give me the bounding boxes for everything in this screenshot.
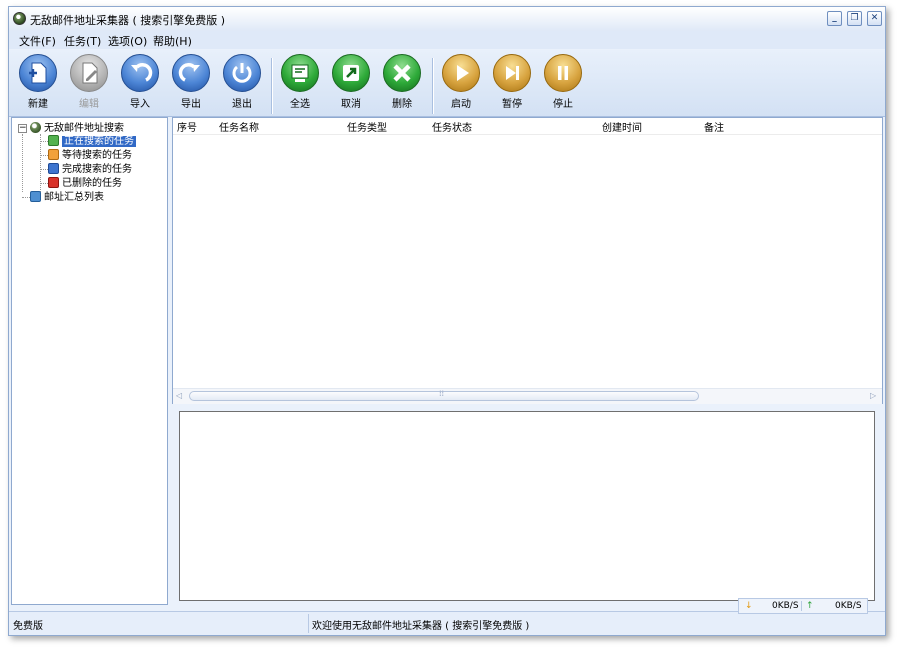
tree-item-label: 正在搜索的任务 <box>62 136 136 147</box>
app-window: 无敌邮件地址采集器 ( 搜索引擎免费版 ) _ ❐ ✕ 文件(F) 任务(T) … <box>8 6 886 636</box>
cancel-button[interactable]: 取消 <box>328 54 374 110</box>
col-created-time[interactable]: 创建时间 <box>602 119 642 134</box>
deleted-x-icon <box>48 177 59 188</box>
tree-item-waiting[interactable]: 等待搜索的任务 <box>48 149 132 162</box>
upload-speed: 0KB/S <box>835 601 862 611</box>
scroll-grip-icon: ⁞⁞ <box>439 389 445 398</box>
col-index[interactable]: 序号 <box>177 119 197 134</box>
pause-skip-icon <box>493 54 531 92</box>
tree-collapse-toggle[interactable]: − <box>18 124 27 133</box>
col-remarks[interactable]: 备注 <box>704 119 724 134</box>
tree-line <box>40 141 48 142</box>
power-icon <box>223 54 261 92</box>
scroll-right-icon[interactable]: ▷ <box>870 391 876 400</box>
col-task-type[interactable]: 任务类型 <box>347 119 387 134</box>
new-button[interactable]: 新建 <box>15 54 61 110</box>
select-all-label: 全选 <box>290 99 310 110</box>
import-label: 导入 <box>130 99 150 110</box>
log-panel[interactable] <box>179 411 875 601</box>
delete-x-icon <box>383 54 421 92</box>
tree-line <box>40 169 48 170</box>
tree-item-completed[interactable]: 完成搜索的任务 <box>48 163 132 176</box>
app-logo-icon <box>13 12 26 25</box>
status-bar: ↓ 0KB/S ↑ 0KB/S 免费版 欢迎使用无敌邮件地址采集器 ( 搜索引擎… <box>9 598 885 635</box>
tree-item-label: 等待搜索的任务 <box>62 150 132 161</box>
close-button[interactable]: ✕ <box>867 11 882 26</box>
tree-root-label: 无敌邮件地址搜索 <box>44 123 124 134</box>
list-table-icon <box>30 191 41 202</box>
search-task-icon <box>48 135 59 146</box>
start-button[interactable]: 启动 <box>438 54 484 110</box>
export-label: 导出 <box>181 99 201 110</box>
tree-line <box>40 155 48 156</box>
tree-line <box>22 134 23 192</box>
tree-item-label: 完成搜索的任务 <box>62 164 132 175</box>
col-task-status[interactable]: 任务状态 <box>432 119 472 134</box>
window-title: 无敌邮件地址采集器 ( 搜索引擎免费版 ) <box>30 14 226 27</box>
tree-line <box>22 197 30 198</box>
menu-bar: 文件(F) 任务(T) 选项(O) 帮助(H) <box>9 31 885 49</box>
download-arrow-icon: ↓ <box>745 601 753 611</box>
exit-button[interactable]: 退出 <box>219 54 265 110</box>
delete-button[interactable]: 删除 <box>379 54 425 110</box>
menu-help[interactable]: 帮助(H) <box>153 33 192 49</box>
edit-button[interactable]: 编辑 <box>66 54 112 110</box>
pause-label: 暂停 <box>502 99 522 110</box>
new-document-icon <box>19 54 57 92</box>
select-all-icon <box>281 54 319 92</box>
stop-button[interactable]: 停止 <box>540 54 586 110</box>
tree-item-deleted[interactable]: 已删除的任务 <box>48 177 122 190</box>
col-task-name[interactable]: 任务名称 <box>219 119 259 134</box>
download-speed: 0KB/S <box>772 601 799 611</box>
globe-search-icon <box>30 122 41 133</box>
tree-item-label: 邮址汇总列表 <box>44 192 104 203</box>
task-list-header: 序号 任务名称 任务类型 任务状态 创建时间 备注 <box>173 118 882 135</box>
edit-label: 编辑 <box>79 99 99 110</box>
speed-indicator: ↓ 0KB/S ↑ 0KB/S <box>738 598 868 614</box>
scroll-thumb[interactable]: ⁞⁞ <box>189 389 699 401</box>
import-arrow-icon <box>121 54 159 92</box>
menu-task[interactable]: 任务(T) <box>64 33 101 49</box>
horizontal-scrollbar[interactable]: ◁ ⁞⁞ ▷ <box>173 388 882 404</box>
export-arrow-icon <box>172 54 210 92</box>
status-message: 欢迎使用无敌邮件地址采集器 ( 搜索引擎免费版 ) <box>312 621 530 632</box>
edition-label: 免费版 <box>13 621 43 632</box>
tree-root-email-search[interactable]: 无敌邮件地址搜索 <box>30 122 124 135</box>
task-list[interactable]: 序号 任务名称 任务类型 任务状态 创建时间 备注 ◁ ⁞⁞ ▷ <box>172 117 883 404</box>
select-all-button[interactable]: 全选 <box>277 54 323 110</box>
export-button[interactable]: 导出 <box>168 54 214 110</box>
import-button[interactable]: 导入 <box>117 54 163 110</box>
waiting-task-icon <box>48 149 59 160</box>
title-bar[interactable]: 无敌邮件地址采集器 ( 搜索引擎免费版 ) _ ❐ ✕ <box>9 7 885 32</box>
minimize-button[interactable]: _ <box>827 11 842 26</box>
toolbar-separator <box>271 58 273 114</box>
start-label: 启动 <box>451 99 471 110</box>
tree-item-email-summary[interactable]: 邮址汇总列表 <box>30 191 104 204</box>
toolbar-separator <box>432 58 434 114</box>
new-label: 新建 <box>28 99 48 110</box>
tree-line <box>40 183 48 184</box>
menu-file[interactable]: 文件(F) <box>19 33 56 49</box>
toolbar: 新建 编辑 导入 导出 退出 全选 取消 删除 启动 暂停 停止 <box>9 50 885 117</box>
tree-item-label: 已删除的任务 <box>62 178 122 189</box>
speed-divider <box>801 601 802 611</box>
upload-arrow-icon: ↑ <box>806 601 814 611</box>
pause-button[interactable]: 暂停 <box>489 54 535 110</box>
scroll-left-icon[interactable]: ◁ <box>176 391 182 400</box>
tree-item-searching[interactable]: 正在搜索的任务 <box>48 135 136 148</box>
task-tree[interactable]: − 无敌邮件地址搜索 正在搜索的任务 等待搜索的任务 完成搜索的任务 已删除的任… <box>11 117 168 605</box>
menu-options[interactable]: 选项(O) <box>108 33 147 49</box>
done-check-icon <box>48 163 59 174</box>
play-icon <box>442 54 480 92</box>
cancel-label: 取消 <box>341 99 361 110</box>
exit-label: 退出 <box>232 99 252 110</box>
stop-icon <box>544 54 582 92</box>
restore-button[interactable]: ❐ <box>847 11 862 26</box>
cancel-icon <box>332 54 370 92</box>
edit-document-icon <box>70 54 108 92</box>
status-divider <box>308 614 309 633</box>
delete-label: 删除 <box>392 99 412 110</box>
stop-label: 停止 <box>553 99 573 110</box>
